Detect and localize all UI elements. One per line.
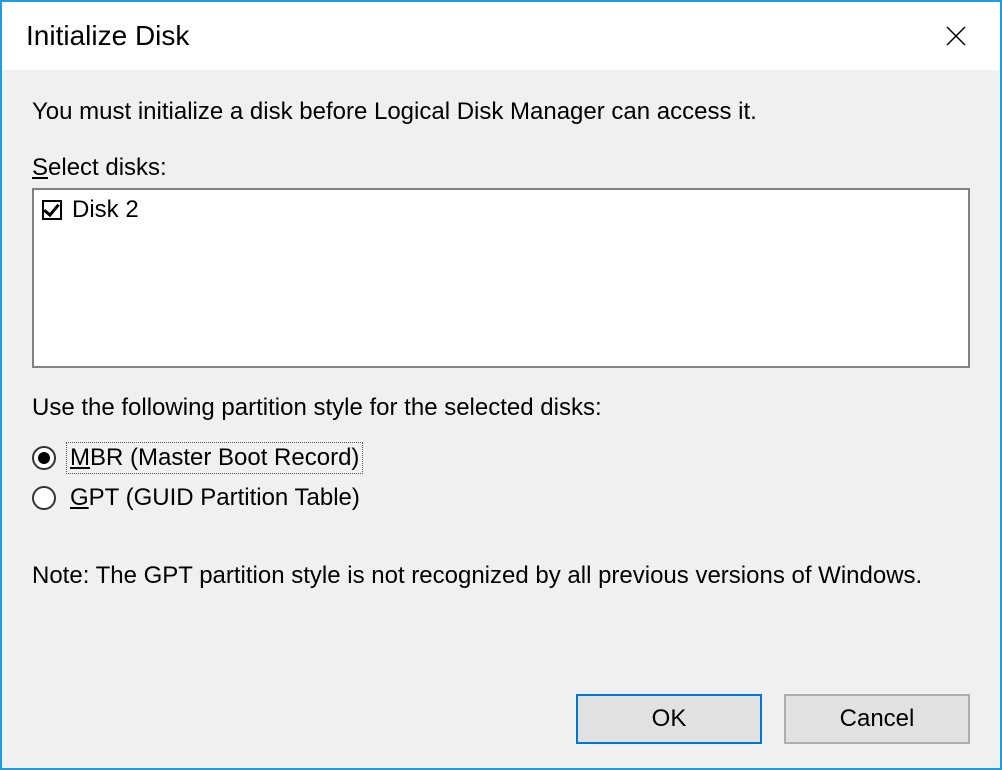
cancel-button[interactable]: Cancel (784, 694, 970, 744)
dialog-title: Initialize Disk (26, 20, 189, 52)
titlebar: Initialize Disk (2, 2, 1000, 70)
note-text: Note: The GPT partition style is not rec… (32, 560, 970, 592)
dialog-content: You must initialize a disk before Logica… (2, 70, 1000, 768)
disk-checkbox[interactable] (42, 200, 62, 220)
partition-style-label: Use the following partition style for th… (32, 394, 970, 422)
disk-label: Disk 2 (72, 196, 139, 224)
ok-button[interactable]: OK (576, 694, 762, 744)
list-item[interactable]: Disk 2 (42, 196, 960, 224)
intro-text: You must initialize a disk before Logica… (32, 98, 970, 126)
radio-button-gpt[interactable] (32, 486, 56, 510)
select-disks-label: Select disks: (32, 154, 970, 182)
radio-label-mbr: MBR (Master Boot Record) (68, 444, 361, 472)
radio-button-mbr[interactable] (32, 446, 56, 470)
radio-label-gpt: GPT (GUID Partition Table) (68, 484, 362, 512)
radio-gpt[interactable]: GPT (GUID Partition Table) (32, 484, 970, 512)
radio-mbr[interactable]: MBR (Master Boot Record) (32, 444, 970, 472)
disk-listbox[interactable]: Disk 2 (32, 188, 970, 368)
close-button[interactable] (932, 12, 980, 60)
dialog-window: Initialize Disk You must initialize a di… (0, 0, 1002, 770)
partition-radio-group: MBR (Master Boot Record) GPT (GUID Parti… (32, 444, 970, 524)
button-row: OK Cancel (32, 694, 970, 744)
close-icon (945, 25, 967, 47)
